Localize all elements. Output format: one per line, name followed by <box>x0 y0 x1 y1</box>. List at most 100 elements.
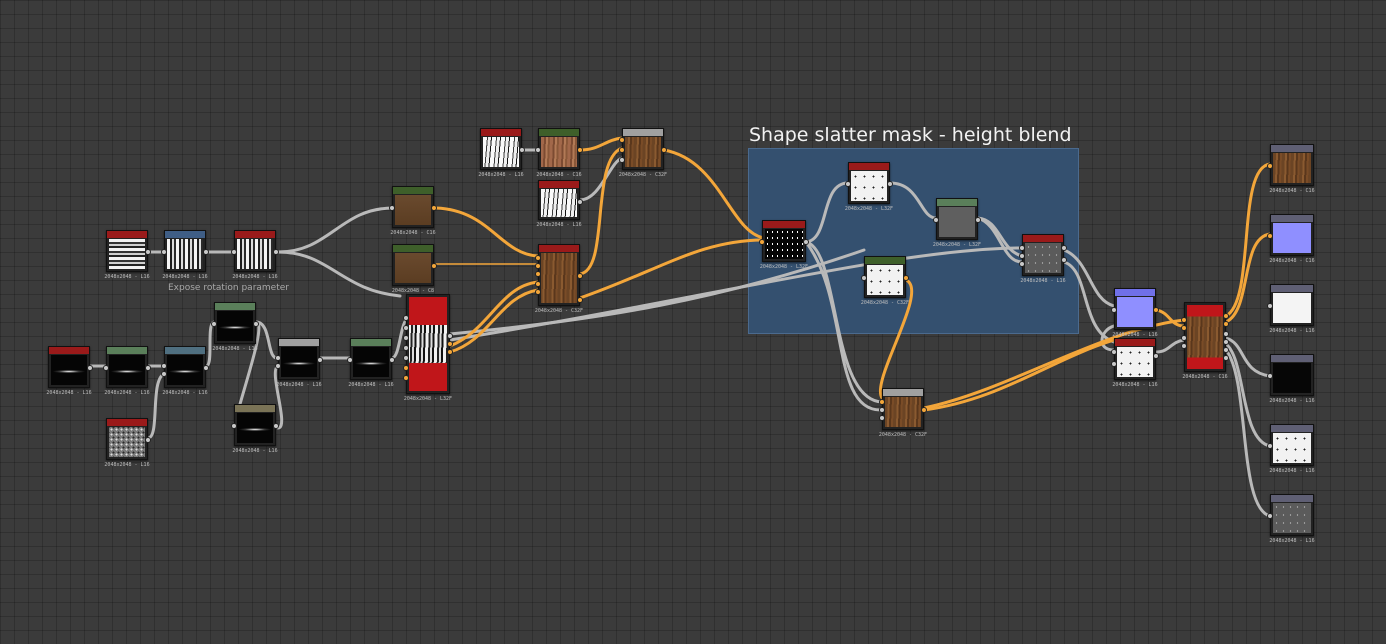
graph-node[interactable]: 2048x2048 - C32F <box>879 388 927 438</box>
input-port[interactable] <box>845 181 851 187</box>
input-port[interactable] <box>403 325 409 331</box>
output-port[interactable] <box>1223 321 1229 327</box>
graph-node[interactable]: 2048x2048 - L16 <box>1111 288 1159 338</box>
graph-node[interactable]: 2048x2048 - L16 <box>231 404 279 454</box>
input-port[interactable] <box>231 249 237 255</box>
input-port[interactable] <box>211 321 217 327</box>
graph-node[interactable]: 2048x2048 - L32F <box>759 220 809 270</box>
input-port[interactable] <box>1019 245 1025 251</box>
input-port[interactable] <box>103 365 109 371</box>
graph-node[interactable]: 2048x2048 - L16 <box>536 180 583 228</box>
input-port[interactable] <box>619 137 625 143</box>
input-port[interactable] <box>535 263 541 269</box>
input-port[interactable] <box>759 239 765 245</box>
graph-node[interactable]: 2048x2048 - L16 <box>104 418 151 468</box>
input-port[interactable] <box>1181 335 1187 341</box>
output-port[interactable] <box>317 357 323 363</box>
graph-node[interactable]: 2048x2048 - L16 <box>347 338 395 388</box>
output-port[interactable] <box>803 239 809 245</box>
graph-node[interactable]: 2048x2048 - L16 <box>478 128 525 178</box>
output-port[interactable] <box>577 297 583 303</box>
input-port[interactable] <box>1181 317 1187 323</box>
input-port[interactable] <box>161 249 167 255</box>
output-port[interactable] <box>1153 307 1159 313</box>
input-port[interactable] <box>161 363 167 369</box>
input-port[interactable] <box>879 399 885 405</box>
graph-node[interactable]: 2048x2048 - L16 <box>1019 234 1067 284</box>
input-port[interactable] <box>161 371 167 377</box>
output-port[interactable] <box>577 147 583 153</box>
output-port[interactable] <box>447 349 453 355</box>
output-port[interactable] <box>1223 339 1229 345</box>
output-port[interactable] <box>203 249 209 255</box>
input-port[interactable] <box>619 147 625 153</box>
input-port[interactable] <box>403 365 409 371</box>
input-port[interactable] <box>1267 513 1273 519</box>
output-port[interactable] <box>203 365 209 371</box>
graph-node[interactable]: 2048x2048 - L16 <box>104 230 151 280</box>
output-port[interactable] <box>145 249 151 255</box>
output-port[interactable] <box>921 407 927 413</box>
input-port[interactable] <box>535 281 541 287</box>
output-port[interactable] <box>519 147 525 153</box>
input-port[interactable] <box>389 205 395 211</box>
input-port[interactable] <box>1181 343 1187 349</box>
graph-node[interactable]: 2048x2048 - L32F <box>845 162 893 212</box>
output-port[interactable] <box>145 365 151 371</box>
input-port[interactable] <box>403 345 409 351</box>
output-port[interactable] <box>1061 245 1067 251</box>
output-port[interactable] <box>1061 257 1067 263</box>
graph-node[interactable]: 2048x2048 - L16 <box>231 230 279 280</box>
input-port[interactable] <box>1267 303 1273 309</box>
graph-node[interactable]: 2048x2048 - L16 <box>46 346 93 396</box>
output-port[interactable] <box>661 147 667 153</box>
graph-node-big[interactable]: 2048x2048 - L32F <box>403 294 453 402</box>
output-port[interactable] <box>1223 355 1229 361</box>
input-port[interactable] <box>403 375 409 381</box>
graph-node[interactable]: 2048x2048 - L16 <box>161 346 209 396</box>
input-port[interactable] <box>275 363 281 369</box>
output-port[interactable] <box>273 249 279 255</box>
graph-node-big[interactable]: 2048x2048 - C16 <box>1181 302 1229 380</box>
input-port[interactable] <box>403 355 409 361</box>
input-port[interactable] <box>535 147 541 153</box>
graph-node[interactable]: 2048x2048 - C32F <box>619 128 667 178</box>
output-port[interactable] <box>577 273 583 279</box>
graph-node[interactable]: 2048x2048 - L16 <box>161 230 209 280</box>
input-port[interactable] <box>275 355 281 361</box>
output-node[interactable]: 2048x2048 - L16 <box>1267 284 1315 334</box>
input-port[interactable] <box>535 271 541 277</box>
graph-node[interactable]: 2048x2048 - L16 <box>275 338 323 388</box>
input-port[interactable] <box>1019 261 1025 267</box>
output-port[interactable] <box>431 263 437 269</box>
output-port[interactable] <box>431 205 437 211</box>
input-port[interactable] <box>403 335 409 341</box>
input-port[interactable] <box>535 289 541 295</box>
output-port[interactable] <box>273 423 279 429</box>
input-port[interactable] <box>1019 253 1025 259</box>
input-port[interactable] <box>1111 307 1117 313</box>
output-port[interactable] <box>1153 353 1159 359</box>
input-port[interactable] <box>1267 443 1273 449</box>
input-port[interactable] <box>933 217 939 223</box>
output-node[interactable]: 2048x2048 - C16 <box>1267 214 1315 264</box>
input-port[interactable] <box>1267 163 1273 169</box>
output-port[interactable] <box>87 365 93 371</box>
graph-node[interactable]: 2048x2048 - L16 <box>211 302 259 352</box>
graph-node[interactable]: 2048x2048 - C16 <box>389 186 437 236</box>
input-port[interactable] <box>879 407 885 413</box>
output-port[interactable] <box>975 217 981 223</box>
graph-node[interactable]: 2048x2048 - C32F <box>535 244 583 314</box>
output-port[interactable] <box>903 275 909 281</box>
output-node[interactable]: 2048x2048 - L16 <box>1267 354 1315 404</box>
output-port[interactable] <box>1223 347 1229 353</box>
output-node[interactable]: 2048x2048 - L16 <box>1267 494 1315 544</box>
input-port[interactable] <box>535 255 541 261</box>
graph-node[interactable]: 2048x2048 - C8 <box>392 244 437 294</box>
output-port[interactable] <box>577 199 583 205</box>
output-port[interactable] <box>447 341 453 347</box>
input-port[interactable] <box>403 315 409 321</box>
input-port[interactable] <box>347 357 353 363</box>
input-port[interactable] <box>879 415 885 421</box>
input-port[interactable] <box>1111 361 1117 367</box>
